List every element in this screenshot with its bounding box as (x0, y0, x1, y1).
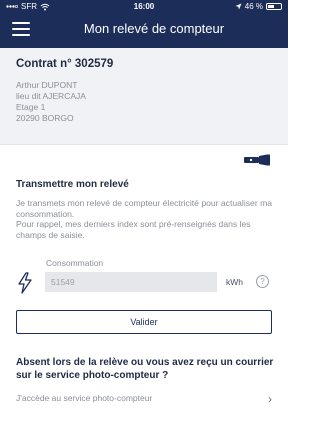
battery-icon (266, 3, 282, 10)
hamburger-icon-line (12, 34, 30, 36)
help-icon[interactable]: ? (256, 275, 269, 288)
menu-button[interactable] (12, 22, 30, 36)
status-bar: SFR 16:00 46 % (0, 0, 288, 14)
photo-service-link[interactable]: J'accède au service photo-compteur › (16, 392, 274, 407)
hamburger-icon-line (12, 22, 30, 24)
location-icon (235, 3, 242, 10)
chevron-right-icon: › (268, 392, 272, 406)
app-header: SFR 16:00 46 % Mon relevé de compteur (0, 0, 288, 48)
battery-percent: 46 % (244, 2, 263, 11)
unit-label: kWh (226, 277, 243, 287)
contract-title: Contrat n° 302579 (16, 58, 114, 70)
flashlight-icon[interactable] (243, 154, 273, 166)
electricity-icon (18, 272, 32, 294)
reading-description: Je transmets mon relevé de compteur élec… (16, 198, 273, 240)
absent-section-title: Absent lors de la relève ou vous avez re… (16, 357, 274, 381)
status-right: 46 % (235, 2, 282, 11)
battery-level (268, 5, 274, 8)
contract-panel: Contrat n° 302579 Arthur DUPONT lieu dit… (0, 48, 288, 145)
address-line: 20290 BORGO (16, 113, 74, 123)
address-line: Arthur DUPONT (16, 80, 78, 90)
photo-service-link-label: J'accède au service photo-compteur (16, 393, 153, 403)
consumption-label: Consommation (46, 258, 104, 268)
address-line: Etage 1 (16, 102, 46, 112)
validate-button[interactable]: Valider (16, 310, 272, 334)
contract-address: Arthur DUPONT lieu dit AJERCAJA Etage 1 … (16, 80, 86, 124)
address-line: lieu dit AJERCAJA (16, 91, 86, 101)
hamburger-icon-line (12, 28, 30, 30)
reading-section-title: Transmettre mon relevé (16, 179, 129, 190)
consumption-input[interactable] (45, 272, 217, 292)
page-title: Mon relevé de compteur (83, 21, 225, 36)
